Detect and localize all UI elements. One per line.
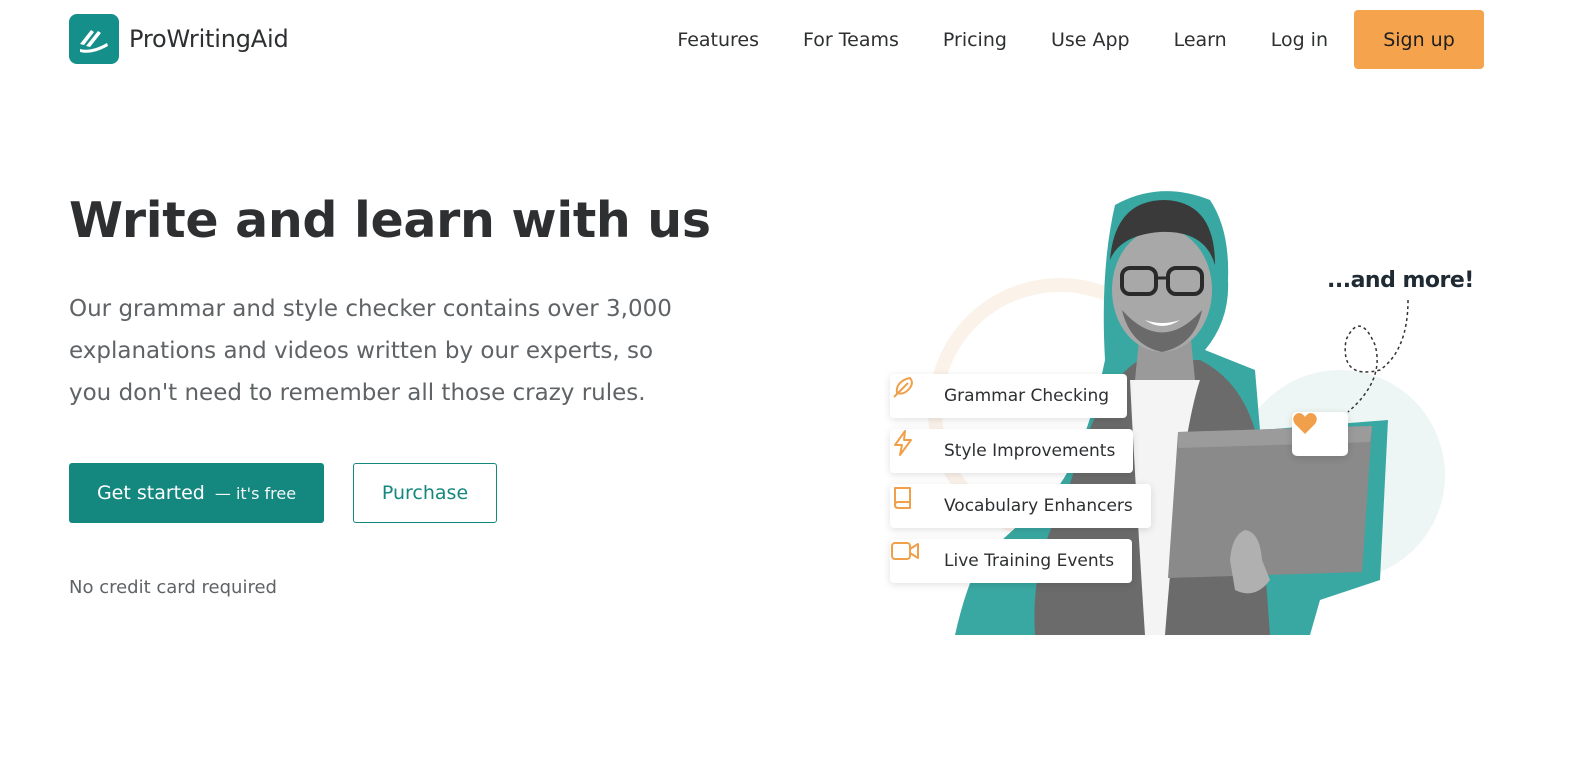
nav-learn[interactable]: Learn <box>1174 11 1227 69</box>
feature-label: Style Improvements <box>944 441 1116 461</box>
feature-grammar-checking: Grammar Checking <box>890 374 1128 418</box>
feature-live-training-events: Live Training Events <box>890 539 1133 583</box>
hero-illustration: ...and more! Grammar Checking Style Impr… <box>860 180 1480 650</box>
site-header: ProWritingAid Features For Teams Pricing… <box>0 0 1580 80</box>
nav-features[interactable]: Features <box>677 11 759 69</box>
feature-vocabulary-enhancers: Vocabulary Enhancers <box>890 484 1151 528</box>
feature-label: Live Training Events <box>944 551 1115 571</box>
and-more-tagline: ...and more! <box>1327 268 1474 293</box>
hero-description: Our grammar and style checker contains o… <box>69 296 672 406</box>
feature-label: Vocabulary Enhancers <box>944 496 1133 516</box>
get-started-button[interactable]: Get started — it's free <box>69 463 324 523</box>
get-started-sublabel: — it's free <box>214 483 297 503</box>
heart-card <box>1292 412 1348 456</box>
logo-icon <box>69 14 119 64</box>
get-started-label: Get started <box>96 482 205 504</box>
main-nav: Features For Teams Pricing Use App Learn… <box>677 10 1484 69</box>
feature-label: Grammar Checking <box>944 386 1110 406</box>
heart-icon <box>1293 413 1317 434</box>
book-icon <box>894 487 934 521</box>
signup-button[interactable]: Sign up <box>1354 10 1484 69</box>
login-link[interactable]: Log in <box>1271 11 1328 69</box>
video-camera-icon <box>891 542 934 576</box>
hero-title: Write and learn with us <box>69 192 711 249</box>
no-credit-card-note: No credit card required <box>69 577 277 598</box>
feature-style-improvements: Style Improvements <box>890 429 1134 473</box>
brand-name: ProWritingAid <box>129 25 289 53</box>
brand-logo[interactable]: ProWritingAid <box>69 14 289 64</box>
nav-pricing[interactable]: Pricing <box>943 11 1007 69</box>
purchase-button[interactable]: Purchase <box>353 463 497 523</box>
nav-use-app[interactable]: Use App <box>1051 11 1130 69</box>
feather-icon <box>893 376 934 411</box>
nav-for-teams[interactable]: For Teams <box>803 11 899 69</box>
lightning-icon <box>894 430 934 466</box>
